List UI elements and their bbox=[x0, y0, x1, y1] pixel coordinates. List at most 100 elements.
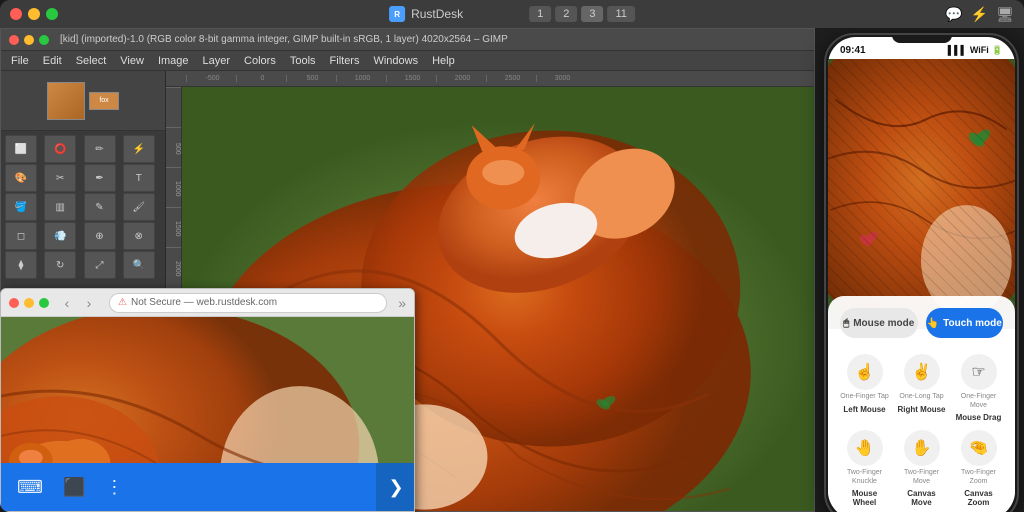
minimize-button[interactable] bbox=[28, 8, 40, 20]
menu-select[interactable]: Select bbox=[70, 55, 113, 67]
gimp-minimize[interactable] bbox=[24, 35, 34, 45]
phone-artwork bbox=[828, 59, 1015, 329]
browser-minimize[interactable] bbox=[24, 298, 34, 308]
touch-mode-icon: 👆 bbox=[927, 318, 939, 329]
monitor-icon[interactable]: 🖥 bbox=[996, 6, 1014, 23]
tool-blend[interactable]: ▥ bbox=[44, 193, 76, 221]
rustdesk-window: R RustDesk 1 2 3 11 💬 ⚡ 🖥 [kid] (importe… bbox=[0, 0, 1024, 512]
tool-bucket[interactable]: 🪣 bbox=[5, 193, 37, 221]
tool-fuzzy[interactable]: ⚡ bbox=[123, 135, 155, 163]
forward-button[interactable]: › bbox=[80, 294, 98, 312]
tool-scale[interactable]: ⤢ bbox=[84, 251, 116, 279]
ruler-mark-2000: 2000 bbox=[436, 75, 486, 82]
tool-paintbrush[interactable]: 🖌 bbox=[123, 193, 155, 221]
gesture-desc-1: One-Finger Tap bbox=[840, 393, 889, 401]
browser-titlebar: ‹ › ⚠ Not Secure — web.rustdesk.com » bbox=[1, 289, 414, 317]
gesture-mouse-wheel: 🤚 Two-Finger Knuckle Mouse Wheel bbox=[840, 430, 889, 507]
gimp-close[interactable] bbox=[9, 35, 19, 45]
phone-notch bbox=[892, 35, 952, 43]
touch-mode-button[interactable]: 👆 Touch mode bbox=[926, 308, 1004, 338]
tab-3[interactable]: 3 bbox=[581, 6, 603, 22]
tool-preview: fox bbox=[1, 71, 165, 131]
gesture-icon-1: ☝ bbox=[847, 354, 883, 390]
bolt-icon[interactable]: ⚡ bbox=[971, 6, 988, 23]
gimp-maximize[interactable] bbox=[39, 35, 49, 45]
tool-text[interactable]: T bbox=[123, 164, 155, 192]
menu-filters[interactable]: Filters bbox=[324, 55, 366, 67]
phone-time: 09:41 bbox=[840, 45, 866, 56]
gesture-icon-4: 🤚 bbox=[847, 430, 883, 466]
menu-image[interactable]: Image bbox=[152, 55, 195, 67]
tool-rectangle[interactable]: ⬜ bbox=[5, 135, 37, 163]
gesture-icon-3: ☞ bbox=[961, 354, 997, 390]
menu-file[interactable]: File bbox=[5, 55, 35, 67]
ruler-h-marks: -500 0 500 1000 1500 2000 2500 3000 bbox=[186, 75, 586, 82]
tools-grid: ⬜ ⭕ ✏ ⚡ 🎨 ✂ ✒ T 🪣 ▥ ✎ 🖌 ◻ 💨 bbox=[1, 131, 165, 283]
tool-perspective[interactable]: ⧫ bbox=[5, 251, 37, 279]
tool-paths[interactable]: ✒ bbox=[84, 164, 116, 192]
mouse-mode-label: Mouse mode bbox=[853, 318, 914, 329]
chevron-button[interactable]: ❯ bbox=[376, 463, 415, 511]
gesture-name-1: Left Mouse bbox=[843, 405, 885, 414]
gimp-menubar: File Edit Select View Image Layer Colors… bbox=[1, 51, 814, 71]
tool-scissors[interactable]: ✂ bbox=[44, 164, 76, 192]
menu-windows[interactable]: Windows bbox=[367, 55, 424, 67]
browser-more-button[interactable]: » bbox=[398, 295, 406, 311]
address-bar[interactable]: ⚠ Not Secure — web.rustdesk.com bbox=[109, 293, 387, 313]
mouse-mode-button[interactable]: 🖱 Mouse mode bbox=[840, 308, 918, 338]
wifi-icon: WiFi bbox=[970, 45, 989, 55]
tool-airbrush[interactable]: 💨 bbox=[44, 222, 76, 250]
ruler-mark-500: 500 bbox=[286, 75, 336, 82]
menu-edit[interactable]: Edit bbox=[37, 55, 68, 67]
ruler-mark-2500: 2500 bbox=[486, 75, 536, 82]
menu-layer[interactable]: Layer bbox=[197, 55, 237, 67]
menu-tools[interactable]: Tools bbox=[284, 55, 322, 67]
tool-free-select[interactable]: ✏ bbox=[84, 135, 116, 163]
chat-icon[interactable]: 💬 bbox=[945, 6, 962, 23]
phone-indicators: ▌▌▌ WiFi 🔋 bbox=[948, 45, 1003, 56]
vruler-1500: 1500 bbox=[166, 207, 181, 247]
tab-11[interactable]: 11 bbox=[607, 6, 634, 22]
gesture-desc-4: Two-Finger Knuckle bbox=[840, 469, 889, 486]
gimp-title-text: [kid] (imported)-1.0 (RGB color 8-bit ga… bbox=[60, 34, 508, 45]
gesture-desc-3: One-Finger Move bbox=[954, 393, 1003, 410]
close-button[interactable] bbox=[10, 8, 22, 20]
tool-rotate[interactable]: ↻ bbox=[44, 251, 76, 279]
browser-close[interactable] bbox=[9, 298, 19, 308]
tool-eraser[interactable]: ◻ bbox=[5, 222, 37, 250]
preview-small: fox bbox=[89, 92, 119, 110]
tool-clone[interactable]: ⊕ bbox=[84, 222, 116, 250]
browser-maximize[interactable] bbox=[39, 298, 49, 308]
ruler-mark-0: 0 bbox=[236, 75, 286, 82]
touch-mode-label: Touch mode bbox=[943, 318, 1002, 329]
tool-ellipse[interactable]: ⭕ bbox=[44, 135, 76, 163]
ruler-mark-1500: 1500 bbox=[386, 75, 436, 82]
tool-zoom[interactable]: 🔍 bbox=[123, 251, 155, 279]
tab-1[interactable]: 1 bbox=[529, 6, 551, 22]
keyboard-icon[interactable]: ⌨ bbox=[17, 477, 43, 498]
tool-heal[interactable]: ⊗ bbox=[123, 222, 155, 250]
more-icon[interactable]: ⋮ bbox=[105, 477, 123, 498]
rustdesk-titlebar: R RustDesk 1 2 3 11 💬 ⚡ 🖥 bbox=[0, 0, 1024, 28]
gesture-name-3: Mouse Drag bbox=[956, 413, 1002, 422]
gesture-icon-5: ✋ bbox=[904, 430, 940, 466]
horizontal-ruler: -500 0 500 1000 1500 2000 2500 3000 bbox=[166, 71, 814, 87]
back-button[interactable]: ‹ bbox=[58, 294, 76, 312]
tool-color-select[interactable]: 🎨 bbox=[5, 164, 37, 192]
gesture-name-6: Canvas Zoom bbox=[954, 489, 1003, 507]
screen-icon[interactable]: ⬛ bbox=[63, 477, 85, 498]
gesture-icon-6: 🤏 bbox=[961, 430, 997, 466]
vruler-500: 500 bbox=[166, 127, 181, 167]
menu-help[interactable]: Help bbox=[426, 55, 461, 67]
tab-2[interactable]: 2 bbox=[555, 6, 577, 22]
menu-colors[interactable]: Colors bbox=[238, 55, 282, 67]
gesture-mouse-drag: ☞ One-Finger Move Mouse Drag bbox=[954, 354, 1003, 422]
rustdesk-content: [kid] (imported)-1.0 (RGB color 8-bit ga… bbox=[0, 28, 1024, 512]
phone-artwork-lines bbox=[828, 59, 1015, 329]
maximize-button[interactable] bbox=[46, 8, 58, 20]
battery-icon: 🔋 bbox=[992, 45, 1003, 56]
gesture-desc-5: Two-Finger Move bbox=[897, 469, 946, 486]
tool-pencil[interactable]: ✎ bbox=[84, 193, 116, 221]
ruler-mark-3000: 3000 bbox=[536, 75, 586, 82]
menu-view[interactable]: View bbox=[114, 55, 150, 67]
